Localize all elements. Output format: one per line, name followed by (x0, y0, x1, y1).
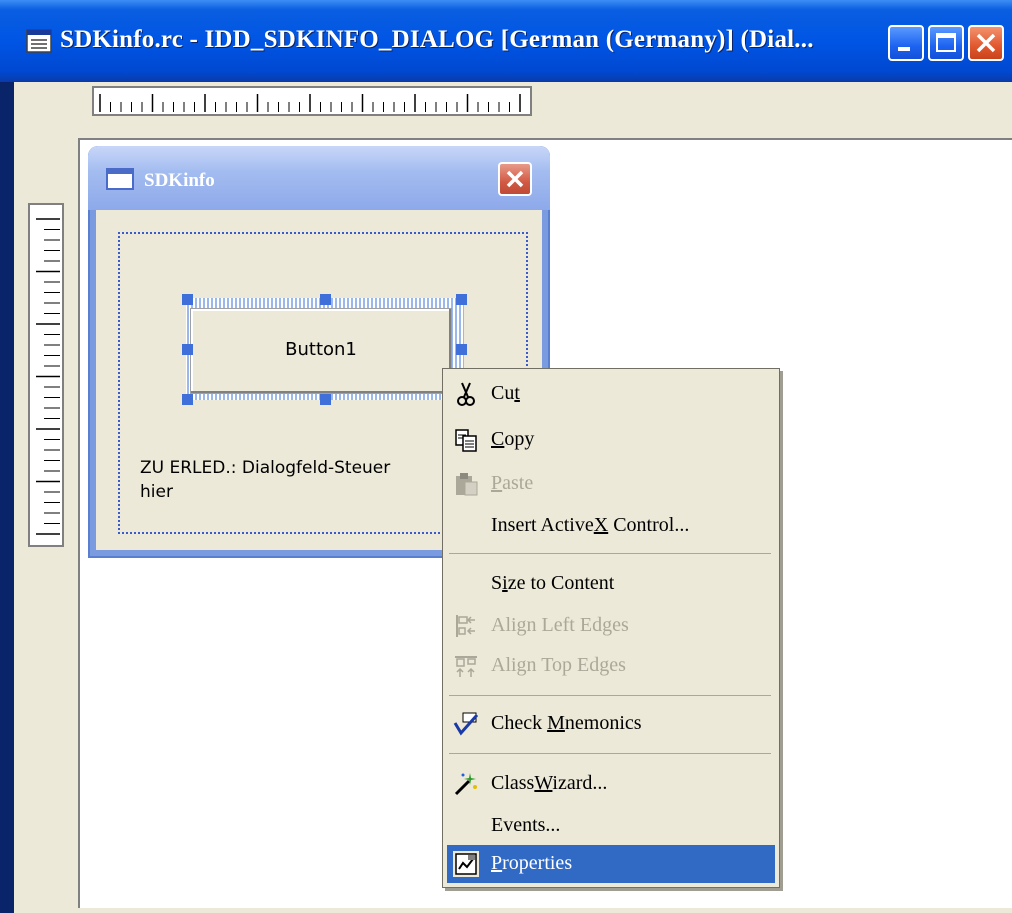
accelerator: C (491, 428, 505, 450)
minimize-button[interactable] (888, 25, 924, 61)
accelerator: W (534, 772, 553, 794)
menu-item-align-top-edges[interactable]: Align Top Edges (447, 647, 775, 685)
window-title: SDKinfo.rc - IDD_SDKINFO_DIALOG [German … (60, 26, 814, 53)
resize-handle[interactable] (182, 294, 193, 305)
static-text-control[interactable]: ZU ERLED.: Dialogfeld-Steuer hier (140, 456, 440, 504)
vertical-ruler[interactable] (28, 203, 64, 547)
dialog-resource-icon (26, 29, 52, 53)
paste-icon (456, 473, 478, 496)
menu-label: Align Left Edges (491, 614, 629, 636)
menu-item-size-to-content[interactable]: Size to Content (447, 565, 775, 603)
menu-label: ze to Content (507, 572, 615, 594)
accelerator: P (491, 472, 503, 494)
minimize-icon (898, 47, 910, 51)
horizontal-ruler[interactable] (92, 86, 532, 116)
dialog-title: SDKinfo (144, 170, 215, 191)
resize-handle[interactable] (182, 394, 193, 405)
menu-label: aste (502, 472, 534, 494)
close-icon (976, 33, 996, 53)
maximize-button[interactable] (928, 25, 964, 61)
menu-separator (449, 553, 771, 554)
menu-item-copy[interactable]: Copy (447, 421, 775, 459)
menu-label: Insert Active (491, 514, 594, 536)
copy-icon (455, 429, 477, 452)
window-icon (106, 168, 134, 190)
ruler-ticks (36, 218, 60, 535)
accelerator: t (514, 382, 520, 404)
dialog-close-button[interactable] (498, 162, 532, 196)
resize-handle[interactable] (456, 294, 467, 305)
close-icon (506, 170, 524, 188)
align-top-icon (455, 656, 477, 677)
menu-item-insert-activex[interactable]: Insert ActiveX Control... (447, 507, 775, 545)
menu-label: nemonics (564, 712, 642, 734)
menu-label: Cu (491, 382, 515, 404)
resize-handle[interactable] (182, 344, 193, 355)
menu-label: Events... (491, 814, 561, 836)
title-bar[interactable]: SDKinfo.rc - IDD_SDKINFO_DIALOG [German … (0, 0, 1012, 82)
menu-item-properties[interactable]: Properties (447, 845, 775, 883)
resize-handle[interactable] (320, 294, 331, 305)
menu-separator (449, 753, 771, 754)
resize-handle[interactable] (320, 394, 331, 405)
menu-separator (449, 695, 771, 696)
accelerator: M (547, 712, 565, 734)
check-mnemonics-icon (453, 712, 479, 736)
context-menu: Cut Copy Paste Insert ActiveX Control... (442, 368, 780, 888)
menu-item-align-left-edges[interactable]: Align Left Edges (447, 607, 775, 645)
accelerator: X (593, 514, 609, 536)
close-button[interactable] (968, 25, 1004, 61)
menu-item-events[interactable]: Events... (447, 807, 775, 845)
scissors-icon (457, 382, 475, 406)
menu-label: izard... (552, 772, 608, 794)
ruler-ticks (99, 94, 521, 112)
menu-label: Align Top Edges (491, 654, 626, 676)
dialog-title-bar[interactable]: SDKinfo (88, 146, 550, 210)
menu-label: Control... (608, 514, 690, 536)
menu-label: opy (504, 428, 535, 450)
button1-label: Button1 (285, 339, 357, 360)
menu-label: Class (491, 772, 535, 794)
resize-handle[interactable] (456, 344, 467, 355)
properties-icon (453, 851, 479, 877)
menu-label: Check (491, 712, 548, 734)
menu-label: S (491, 572, 503, 594)
menu-item-classwizard[interactable]: ClassWizard... (447, 765, 775, 803)
align-left-icon (456, 615, 475, 637)
mdi-window: SDKinfo.rc - IDD_SDKINFO_DIALOG [German … (0, 0, 1012, 913)
static-text-line: hier (140, 482, 173, 502)
menu-item-cut[interactable]: Cut (447, 375, 775, 413)
menu-item-paste[interactable]: Paste (447, 465, 775, 503)
maximize-icon (936, 33, 956, 52)
menu-item-check-mnemonics[interactable]: Check Mnemonics (447, 705, 775, 743)
accelerator: P (491, 852, 503, 874)
static-text-line: ZU ERLED.: Dialogfeld-Steuer (140, 458, 391, 478)
wizard-wand-icon (454, 773, 477, 796)
button1-control[interactable]: Button1 (190, 308, 452, 394)
menu-label: roperties (502, 852, 573, 874)
